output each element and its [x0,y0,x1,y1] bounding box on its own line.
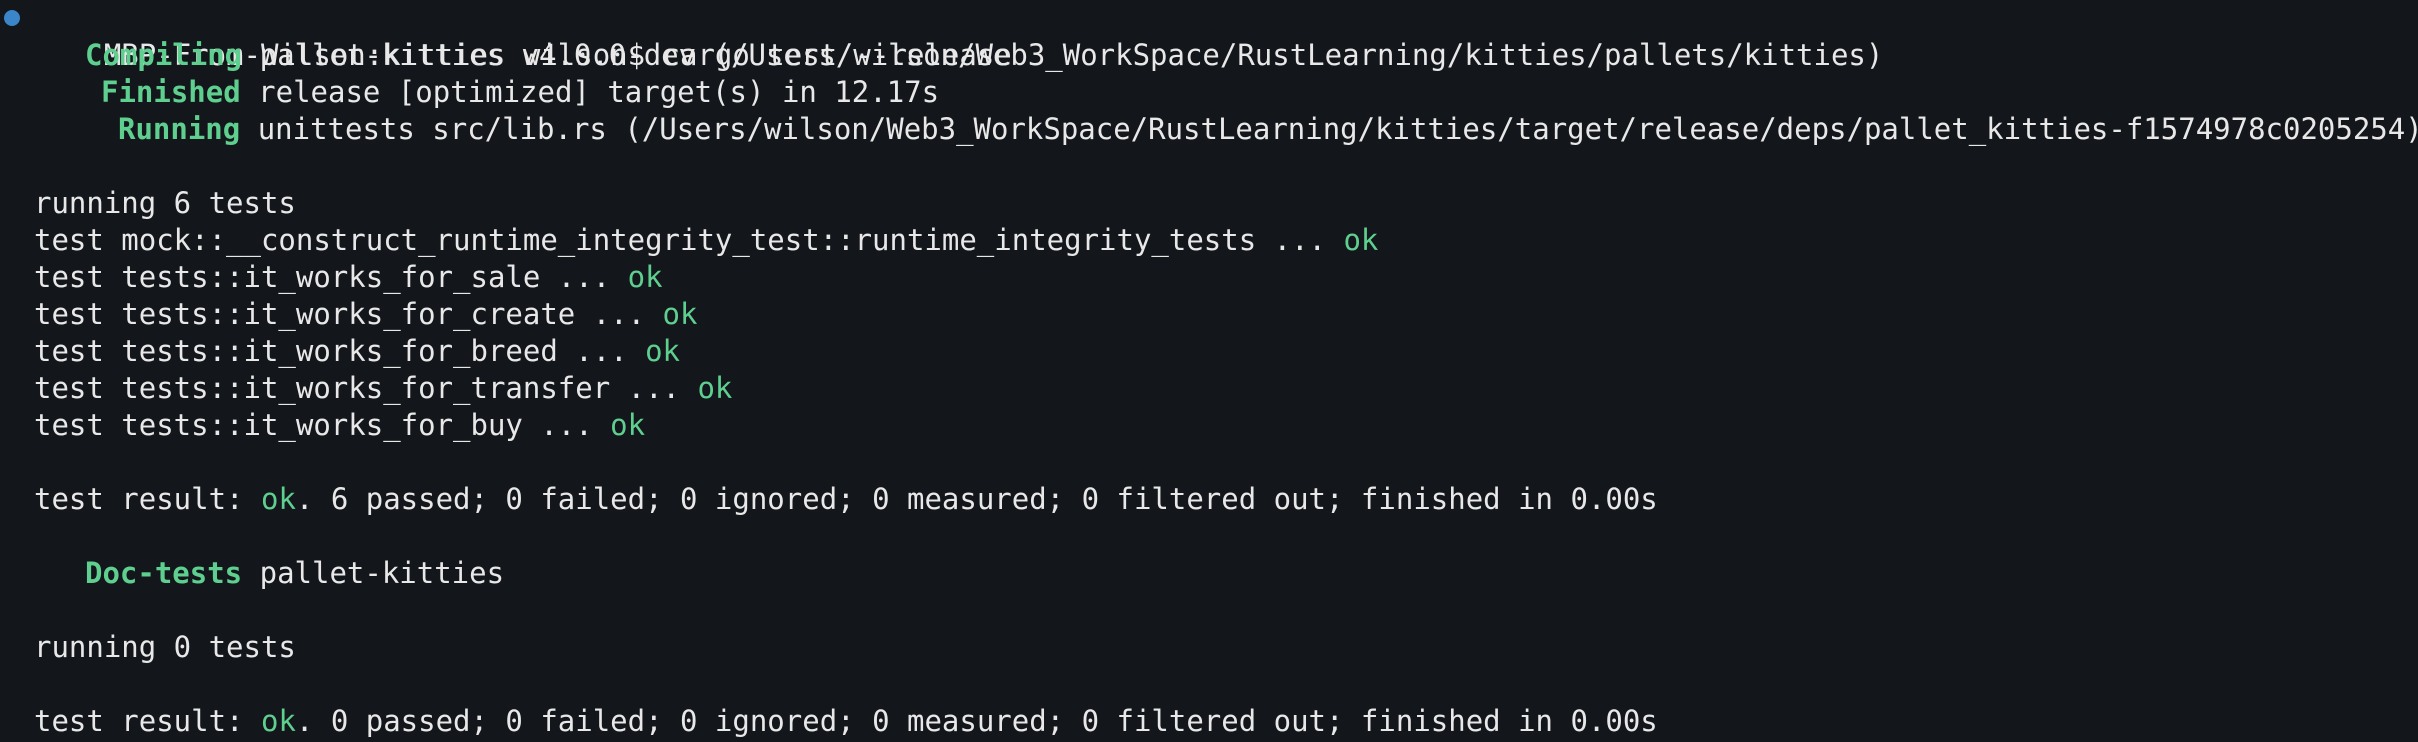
test-line: test tests::it_works_for_create ... ok [34,297,698,331]
doc-tests-result: test result: ok. 0 passed; 0 failed; 0 i… [34,704,1658,738]
running-text: unittests src/lib.rs (/Users/wilson/Web3… [257,112,2418,146]
result-status: ok [260,704,296,738]
finished-label: Finished [101,75,241,109]
test-status: ok [1343,223,1379,257]
test-status: ok [697,371,733,405]
doc-tests-text: pallet-kitties [259,556,505,590]
terminal-output[interactable]: MBP-From-Wilson:kitties wilson$ cargo te… [0,0,2418,742]
running-label: Running [118,112,241,146]
test-line: test tests::it_works_for_buy ... ok [34,408,646,442]
status-dot-icon [4,10,20,26]
test-status: ok [610,408,646,442]
test-status: ok [627,260,663,294]
test-line: test tests::it_works_for_transfer ... ok [34,371,733,405]
test-line: test tests::it_works_for_sale ... ok [34,260,663,294]
unit-tests-result: test result: ok. 6 passed; 0 failed; 0 i… [34,482,1658,516]
compiling-label: Compiling [85,38,243,72]
unit-tests-header: running 6 tests [34,186,296,220]
test-status: ok [645,334,681,368]
doc-tests-header: running 0 tests [34,630,296,664]
finished-text: release [optimized] target(s) in 12.17s [258,75,940,109]
doc-tests-line: Doc-tests pallet-kitties [0,555,2418,592]
test-status: ok [662,297,698,331]
doc-tests-label: Doc-tests [85,556,243,590]
compiling-text: pallet-kitties v4.0.0-dev (/Users/wilson… [259,38,1884,72]
result-status: ok [260,482,296,516]
test-line: test mock::__construct_runtime_integrity… [34,223,1379,257]
compiling-line: Compiling pallet-kitties v4.0.0-dev (/Us… [0,37,2418,74]
test-line: test tests::it_works_for_breed ... ok [34,334,681,368]
finished-line: Finished release [optimized] target(s) i… [0,74,2418,111]
running-line: Running unittests src/lib.rs (/Users/wil… [0,111,2418,148]
prompt-line: MBP-From-Wilson:kitties wilson$ cargo te… [0,0,2418,72]
